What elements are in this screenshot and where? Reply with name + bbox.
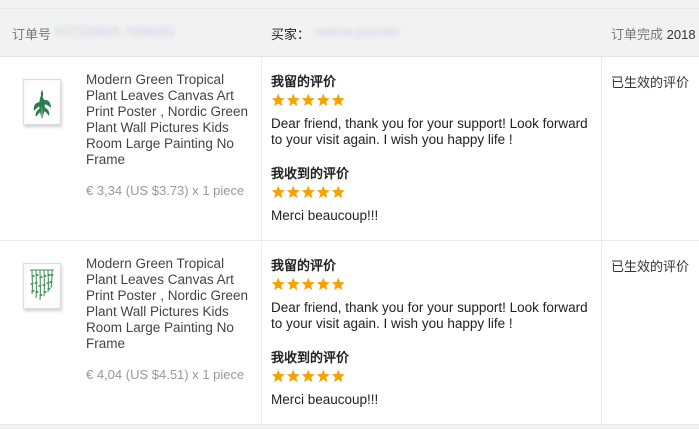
bottom-strip	[0, 425, 699, 429]
star-icon	[271, 369, 285, 383]
received-feedback-heading: 我收到的评价	[271, 166, 350, 181]
order-item-row: Modern Green Tropical Plant Leaves Canva…	[0, 241, 699, 425]
product-price: € 3,34 (US $3.73) x 1 piece	[86, 183, 245, 198]
my-feedback-text: Dear friend, thank you for your support!…	[271, 116, 588, 147]
buyer-label: 买家：	[271, 27, 311, 42]
hanging-plant-poster-icon[interactable]	[23, 263, 61, 309]
star-icon	[331, 369, 345, 383]
my-feedback-heading: 我留的评价	[271, 258, 337, 273]
feedback-status: 已生效的评价	[611, 75, 690, 90]
my-feedback-heading: 我留的评价	[271, 74, 337, 89]
star-icon	[331, 93, 345, 107]
star-icon	[301, 277, 315, 291]
buyer-name[interactable]: valerie.journier	[315, 24, 400, 39]
product-title-link[interactable]: Modern Green Tropical Plant Leaves Canva…	[86, 256, 256, 352]
star-icon	[286, 369, 300, 383]
star-icon	[316, 185, 330, 199]
star-icon	[301, 185, 315, 199]
order-complete-label: 订单完成 2018	[611, 27, 696, 42]
received-feedback-text: Merci beaucoup!!!	[271, 392, 379, 407]
my-rating-stars	[271, 277, 346, 293]
star-icon	[331, 185, 345, 199]
star-icon	[271, 277, 285, 291]
star-icon	[316, 277, 330, 291]
my-feedback-text: Dear friend, thank you for your support!…	[271, 300, 588, 331]
order-item-row: Modern Green Tropical Plant Leaves Canva…	[0, 57, 699, 241]
star-icon	[271, 185, 285, 199]
star-icon	[286, 277, 300, 291]
tropical-leaf-poster-icon[interactable]	[23, 79, 61, 125]
order-number-label: 订单号	[12, 27, 52, 42]
top-strip	[0, 0, 699, 9]
order-header: 订单号 507229925 7099585 买家： valerie.journi…	[0, 9, 699, 57]
column-divider	[261, 57, 262, 240]
star-icon	[271, 93, 285, 107]
order-number-value[interactable]: 507229925 7099585	[55, 24, 174, 39]
column-divider	[601, 241, 602, 424]
received-feedback-text: Merci beaucoup!!!	[271, 208, 379, 223]
received-rating-stars	[271, 369, 346, 385]
star-icon	[301, 93, 315, 107]
star-icon	[331, 277, 345, 291]
column-divider	[261, 241, 262, 424]
product-price: € 4,04 (US $4.51) x 1 piece	[86, 367, 245, 382]
star-icon	[286, 185, 300, 199]
received-rating-stars	[271, 185, 346, 201]
star-icon	[301, 369, 315, 383]
star-icon	[316, 369, 330, 383]
my-rating-stars	[271, 93, 346, 109]
feedback-status: 已生效的评价	[611, 259, 690, 274]
column-divider	[601, 57, 602, 240]
star-icon	[286, 93, 300, 107]
received-feedback-heading: 我收到的评价	[271, 350, 350, 365]
star-icon	[316, 93, 330, 107]
product-title-link[interactable]: Modern Green Tropical Plant Leaves Canva…	[86, 72, 256, 168]
